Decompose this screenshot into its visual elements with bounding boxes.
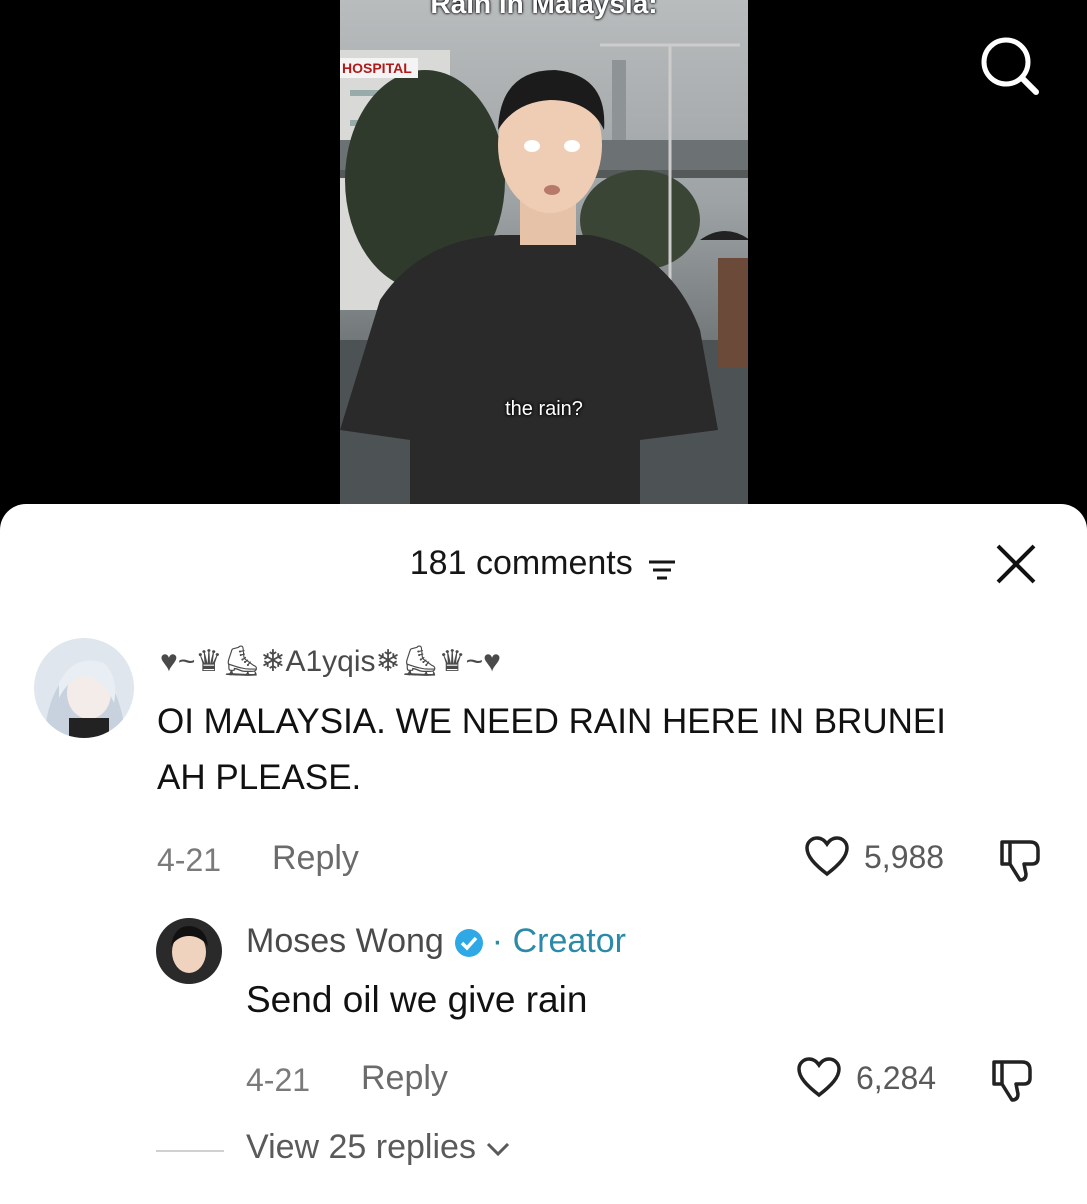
thumbs-down-icon xyxy=(1000,840,1040,882)
sort-filter-icon[interactable] xyxy=(647,558,677,582)
creator-avatar-image xyxy=(156,918,222,984)
video-subtitle: the rain? xyxy=(505,398,583,420)
reply-date: 4-21 xyxy=(246,1062,311,1098)
search-button[interactable] xyxy=(978,34,1042,98)
like-count: 5,988 xyxy=(864,838,945,875)
reply-username-row: Moses Wong · Creator xyxy=(246,922,626,961)
heart-icon xyxy=(797,1057,841,1098)
chevron-down-icon xyxy=(487,1142,510,1157)
thumbs-down-icon xyxy=(992,1060,1032,1102)
avatar[interactable] xyxy=(34,638,134,738)
close-button[interactable] xyxy=(994,542,1038,586)
reply-button[interactable]: Reply xyxy=(272,839,359,878)
replies-divider xyxy=(156,1150,224,1152)
reply-dislike-button[interactable] xyxy=(988,1056,1036,1109)
reply-reply-button[interactable]: Reply xyxy=(361,1059,448,1098)
hospital-sign: HOSPITAL xyxy=(340,58,418,78)
video-title: Rain in Malaysia: xyxy=(430,0,658,19)
comment-date: 4-21 xyxy=(157,842,222,878)
reply-text: Send oil we give rain xyxy=(246,979,588,1020)
reply-like-count: 6,284 xyxy=(856,1059,937,1096)
search-icon xyxy=(981,37,1039,95)
anime-avatar-image xyxy=(34,638,134,738)
comment-text: OI MALAYSIA. WE NEED RAIN HERE IN BRUNEI… xyxy=(157,702,946,797)
verified-badge-icon xyxy=(454,929,483,958)
like-button[interactable]: 5,988 xyxy=(804,836,944,878)
dislike-button[interactable] xyxy=(996,836,1044,889)
comment-username[interactable]: ♥~♛⛸❄A1yqis❄⛸♛~♥ xyxy=(160,644,501,679)
comments-header: 181 comments xyxy=(0,544,1087,583)
video-player[interactable]: Rain in Malaysia: HOSPITAL the rain? xyxy=(0,0,1087,520)
reply-username[interactable]: Moses Wong xyxy=(246,922,444,960)
reply-like-button[interactable]: 6,284 xyxy=(796,1057,936,1099)
close-icon xyxy=(996,544,1036,584)
creator-avatar[interactable] xyxy=(156,918,222,984)
creator-tag: · Creator xyxy=(491,922,626,960)
comment-count: 181 comments xyxy=(409,544,633,582)
view-replies-button[interactable]: View 25 replies xyxy=(246,1128,511,1167)
video-frame[interactable]: Rain in Malaysia: HOSPITAL the rain? xyxy=(340,0,748,504)
heart-icon xyxy=(805,836,849,877)
view-replies-label: View 25 replies xyxy=(246,1128,476,1166)
